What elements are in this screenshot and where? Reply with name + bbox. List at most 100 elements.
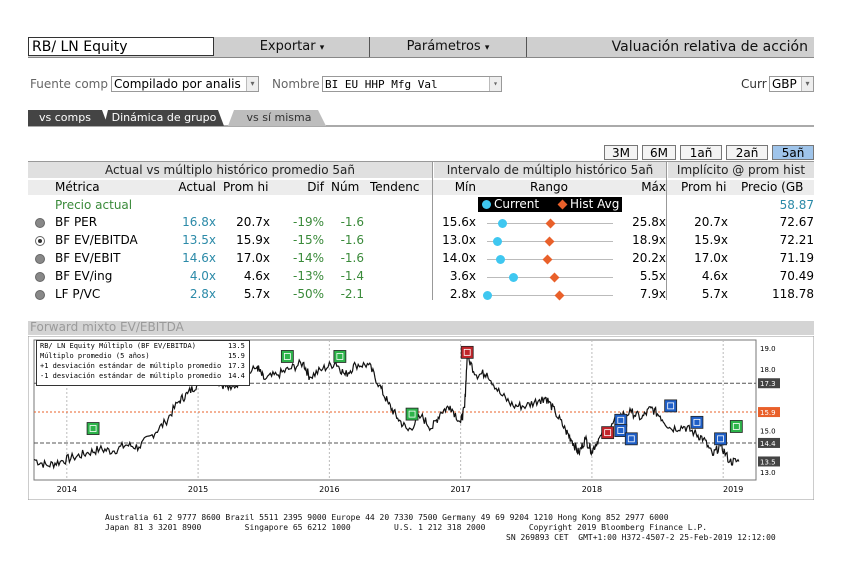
export-label: Exportar bbox=[259, 39, 316, 54]
period-3m[interactable]: 3M bbox=[604, 145, 638, 160]
hist-avg-marker bbox=[554, 290, 565, 301]
row-actual: 16.8x bbox=[182, 215, 216, 229]
x-tick-label: 2016 bbox=[319, 485, 339, 494]
row-min: 15.6x bbox=[442, 215, 476, 229]
source-value: Compilado por analis bbox=[114, 77, 241, 91]
row-radio[interactable] bbox=[35, 236, 45, 246]
col-diff[interactable]: Dif bbox=[290, 180, 324, 195]
curr-value: GBP bbox=[772, 77, 797, 91]
legend-hist-avg: Hist Avg bbox=[570, 197, 620, 211]
source-select[interactable]: Compilado por analis ▾ bbox=[111, 76, 259, 92]
row-metric[interactable]: BF EV/EBITDA bbox=[55, 233, 138, 248]
row-max: 7.9x bbox=[639, 287, 666, 301]
row-hist-avg: 20.7x bbox=[236, 215, 270, 229]
row-radio[interactable] bbox=[35, 254, 45, 264]
y-tick-label: 19.0 bbox=[760, 345, 776, 353]
chart-legend-value: 13.5 bbox=[228, 342, 245, 350]
row-min: 2.8x bbox=[449, 287, 476, 301]
current-marker bbox=[509, 273, 519, 282]
export-dropdown-icon: ▾ bbox=[319, 43, 325, 53]
row-max: 5.5x bbox=[639, 269, 666, 283]
period-5y[interactable]: 5añ bbox=[772, 145, 814, 160]
row-metric[interactable]: BF PER bbox=[55, 215, 97, 230]
params-label: Parámetros bbox=[406, 39, 481, 54]
curr-label: Curr bbox=[741, 77, 767, 91]
col-min[interactable]: Mín bbox=[436, 180, 476, 195]
col-range[interactable]: Rango bbox=[530, 180, 568, 195]
row-radio[interactable] bbox=[35, 272, 45, 282]
col-max[interactable]: Máx bbox=[624, 180, 666, 195]
y-tick-label: 14.4 bbox=[760, 440, 776, 448]
event-marker bbox=[690, 415, 704, 429]
row-implied-avg: 15.9x bbox=[694, 233, 728, 247]
col-num[interactable]: Núm bbox=[331, 180, 365, 195]
row-num: -2.1 bbox=[340, 287, 364, 301]
row-implied-price: 71.19 bbox=[779, 251, 814, 265]
row-hist-avg: 4.6x bbox=[243, 269, 270, 283]
name-value: BI EU HHP Mfg Val bbox=[325, 78, 438, 91]
range-track bbox=[487, 295, 613, 296]
row-min: 13.0x bbox=[442, 233, 476, 247]
x-tick-label: 2017 bbox=[450, 485, 470, 494]
current-marker bbox=[498, 219, 508, 228]
event-marker bbox=[280, 350, 294, 363]
row-implied-avg: 17.0x bbox=[694, 251, 728, 265]
row-hist-avg: 5.7x bbox=[243, 287, 270, 301]
row-diff: -15% bbox=[292, 233, 324, 247]
footer-contacts-2: Japan 81 3 3201 8900 Singapore 65 6212 1… bbox=[105, 523, 708, 532]
row-diff: -13% bbox=[292, 269, 324, 283]
row-diff: -19% bbox=[292, 215, 324, 229]
row-diff: -14% bbox=[292, 251, 324, 265]
row-implied-price: 70.49 bbox=[779, 269, 814, 283]
section-divider bbox=[666, 162, 667, 300]
chevron-down-icon: ▾ bbox=[246, 77, 258, 91]
event-marker bbox=[333, 350, 347, 363]
period-2y[interactable]: 2añ bbox=[726, 145, 768, 160]
event-marker bbox=[664, 399, 678, 413]
tab-vs-itself[interactable]: vs sí misma bbox=[234, 110, 324, 125]
legend-current: Current bbox=[494, 197, 540, 211]
row-metric[interactable]: BF EV/EBIT bbox=[55, 251, 120, 266]
row-metric[interactable]: LF P/VC bbox=[55, 287, 100, 302]
col-actual[interactable]: Actual bbox=[168, 180, 216, 195]
row-min: 14.0x bbox=[442, 251, 476, 265]
row-num: -1.6 bbox=[340, 251, 364, 265]
y-tick-label: 17.3 bbox=[760, 380, 776, 388]
period-6m[interactable]: 6M bbox=[642, 145, 676, 160]
row-metric[interactable]: BF EV/ing bbox=[55, 269, 112, 284]
params-dropdown-icon: ▾ bbox=[484, 43, 490, 53]
row-actual: 14.6x bbox=[182, 251, 216, 265]
y-tick-label: 13.0 bbox=[760, 469, 776, 477]
col-implied-avg[interactable]: Prom hi bbox=[681, 180, 735, 195]
name-select[interactable]: BI EU HHP Mfg Val ▾ bbox=[322, 76, 502, 92]
row-num: -1.4 bbox=[340, 269, 364, 283]
hist-avg-marker bbox=[544, 236, 555, 247]
x-tick-label: 2019 bbox=[723, 485, 743, 494]
row-hist-avg: 17.0x bbox=[236, 251, 270, 265]
row-radio[interactable] bbox=[35, 290, 45, 300]
currency-select[interactable]: GBP ▾ bbox=[769, 76, 814, 92]
event-marker bbox=[405, 407, 419, 421]
col-price[interactable]: Precio (GB bbox=[741, 180, 814, 195]
source-label: Fuente comp bbox=[30, 77, 108, 91]
export-menu[interactable]: Exportar ▾ bbox=[214, 37, 370, 57]
col-trend[interactable]: Tendenc bbox=[370, 180, 430, 195]
col-metric[interactable]: Métrica bbox=[55, 180, 100, 195]
event-marker bbox=[460, 345, 474, 359]
tab-vs-comps[interactable]: vs comps bbox=[30, 110, 100, 125]
menu-divider bbox=[526, 37, 527, 57]
y-tick-label: 18.0 bbox=[760, 366, 776, 374]
period-1y[interactable]: 1añ bbox=[680, 145, 722, 160]
ticker-input[interactable]: RB/ LN Equity bbox=[28, 37, 214, 56]
params-menu[interactable]: Parámetros ▾ bbox=[370, 37, 526, 57]
chart-legend-value: 15.9 bbox=[228, 352, 245, 360]
row-implied-avg: 5.7x bbox=[701, 287, 728, 301]
tab-group-dynamics[interactable]: Dinámica de grupo bbox=[108, 110, 220, 125]
row-max: 25.8x bbox=[632, 215, 666, 229]
col-hist-avg[interactable]: Prom hi bbox=[223, 180, 281, 195]
hist-avg-marker bbox=[549, 272, 560, 283]
row-implied-price: 72.21 bbox=[779, 233, 814, 247]
current-legend-icon bbox=[482, 200, 491, 209]
chart-legend-value: 17.3 bbox=[228, 362, 245, 370]
row-radio[interactable] bbox=[35, 218, 45, 228]
